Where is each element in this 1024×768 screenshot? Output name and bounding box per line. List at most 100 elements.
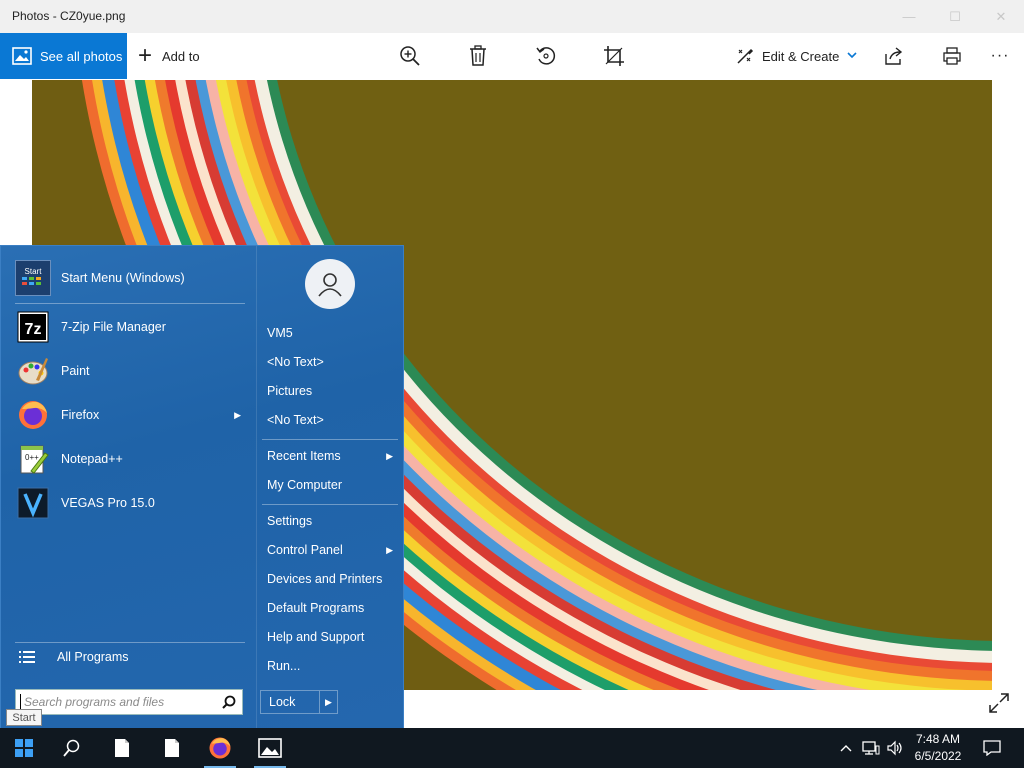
plus-icon: + — [138, 42, 153, 69]
places-item-default-programs[interactable]: Default Programs — [267, 597, 397, 619]
separator — [15, 303, 245, 304]
start-menu: Start Start Menu (Windows) 7z 7-Zip File… — [0, 245, 405, 730]
svg-text:0++: 0++ — [25, 453, 39, 462]
notepadpp-icon: 0++ — [15, 441, 51, 477]
places-item-pictures[interactable]: Pictures — [267, 380, 397, 402]
print-icon[interactable] — [938, 42, 966, 70]
notifications-icon[interactable] — [978, 728, 1006, 768]
places-item-label: Default Programs — [267, 601, 365, 615]
close-button[interactable]: ✕ — [978, 0, 1024, 33]
places-item-my-computer[interactable]: My Computer — [267, 474, 397, 496]
user-icon — [318, 273, 342, 297]
program-paint[interactable]: Paint — [15, 351, 247, 391]
windows-start-icon[interactable] — [0, 728, 48, 768]
see-all-photos-label: See all photos — [40, 48, 123, 64]
search-icon[interactable] — [222, 695, 236, 709]
program-vegas[interactable]: VEGAS Pro 15.0 — [15, 483, 247, 523]
lock-options-arrow-icon[interactable]: ▶ — [319, 691, 337, 713]
start-menu-places-panel: VM5 <No Text> Pictures <No Text> Recent … — [256, 246, 405, 730]
search-box[interactable]: Search programs and files — [15, 689, 243, 715]
volume-icon[interactable] — [884, 728, 906, 768]
places-item-label: Settings — [267, 514, 313, 528]
more-icon[interactable]: ··· — [986, 42, 1014, 70]
edit-create-button[interactable]: Edit & Create — [736, 33, 857, 79]
search-input[interactable]: Search programs and files — [24, 695, 222, 709]
photos-icon — [12, 47, 32, 65]
add-to-button[interactable]: + Add to — [138, 33, 200, 79]
program-notepadpp[interactable]: 0++ Notepad++ — [15, 439, 247, 479]
separator — [262, 439, 398, 440]
chevron-up-icon[interactable] — [836, 728, 856, 768]
7zip-icon: 7z — [15, 309, 51, 345]
start-menu-programs-panel: Start Start Menu (Windows) 7z 7-Zip File… — [1, 246, 255, 730]
all-programs-button[interactable]: All Programs — [19, 650, 129, 664]
system-clock[interactable]: 7:48 AM 6/5/2022 — [906, 731, 970, 765]
submenu-arrow-icon: ▶ — [386, 544, 393, 555]
places-item-settings[interactable]: Settings — [267, 510, 397, 532]
program-firefox[interactable]: Firefox ▶ — [15, 395, 247, 435]
program-label: Start Menu (Windows) — [61, 271, 185, 285]
places-item-label: <No Text> — [267, 413, 324, 427]
program-label: 7-Zip File Manager — [61, 320, 166, 334]
search-icon[interactable] — [48, 728, 96, 768]
places-item-no-text-1[interactable]: <No Text> — [267, 351, 397, 373]
start-tooltip: Start — [6, 709, 42, 726]
text-caret — [20, 694, 21, 710]
file-icon[interactable] — [148, 728, 196, 768]
places-item-label: Recent Items — [267, 449, 341, 463]
see-all-photos-button[interactable]: See all photos — [0, 33, 127, 79]
places-item-label: Devices and Printers — [267, 572, 383, 586]
places-item-label: <No Text> — [267, 355, 324, 369]
taskbar: 7:48 AM 6/5/2022 — [0, 728, 1024, 768]
submenu-arrow-icon: ▶ — [386, 450, 393, 461]
separator — [15, 642, 245, 643]
program-start-menu[interactable]: Start Start Menu (Windows) — [15, 258, 247, 298]
maximize-button[interactable]: ☐ — [932, 0, 978, 33]
title-bar: Photos - CZ0yue.png — ☐ ✕ — [0, 0, 1024, 33]
places-item-recent-items[interactable]: Recent Items ▶ — [267, 445, 397, 467]
places-item-label: Pictures — [267, 384, 313, 398]
submenu-arrow-icon: ▶ — [234, 409, 241, 420]
places-item-label: VM5 — [267, 326, 293, 340]
edit-icon — [737, 48, 754, 64]
places-item-devices-printers[interactable]: Devices and Printers — [267, 568, 397, 590]
rotate-icon[interactable] — [532, 42, 560, 70]
fullscreen-icon[interactable] — [988, 692, 1010, 714]
places-item-label: Run... — [267, 659, 301, 673]
delete-icon[interactable] — [464, 42, 492, 70]
places-item-control-panel[interactable]: Control Panel ▶ — [267, 539, 397, 561]
clock-time: 7:48 AM — [915, 732, 961, 746]
program-label: Paint — [61, 364, 90, 378]
program-label: Firefox — [61, 408, 100, 422]
separator — [262, 504, 398, 505]
vegas-icon — [15, 485, 51, 521]
program-7zip[interactable]: 7z 7-Zip File Manager — [15, 307, 247, 347]
file-icon[interactable] — [98, 728, 146, 768]
share-icon[interactable] — [880, 42, 908, 70]
chevron-down-icon — [847, 50, 857, 62]
crop-icon[interactable] — [600, 42, 628, 70]
lock-button[interactable]: Lock ▶ — [260, 690, 338, 714]
places-item-vm5[interactable]: VM5 — [267, 322, 397, 344]
program-label: VEGAS Pro 15.0 — [61, 496, 155, 510]
user-avatar[interactable] — [305, 259, 355, 309]
places-item-run[interactable]: Run... — [267, 655, 397, 677]
lock-label: Lock — [269, 695, 296, 709]
list-icon — [19, 651, 35, 663]
places-item-no-text-2[interactable]: <No Text> — [267, 409, 397, 431]
svg-text:7z: 7z — [25, 321, 42, 338]
all-programs-label: All Programs — [57, 650, 129, 664]
network-icon[interactable] — [860, 728, 882, 768]
places-item-label: My Computer — [267, 478, 343, 492]
clock-date: 6/5/2022 — [914, 749, 962, 763]
photos-icon[interactable] — [246, 728, 294, 768]
program-label: Notepad++ — [61, 452, 123, 466]
minimize-button[interactable]: — — [886, 0, 932, 33]
zoom-in-icon[interactable] — [396, 42, 424, 70]
places-item-help-support[interactable]: Help and Support — [267, 626, 397, 648]
start-tile-text: Start — [24, 266, 42, 276]
places-item-label: Control Panel — [267, 543, 343, 557]
firefox-icon[interactable] — [196, 728, 244, 768]
places-item-label: Help and Support — [267, 630, 365, 644]
edit-create-label: Edit & Create — [762, 48, 840, 64]
